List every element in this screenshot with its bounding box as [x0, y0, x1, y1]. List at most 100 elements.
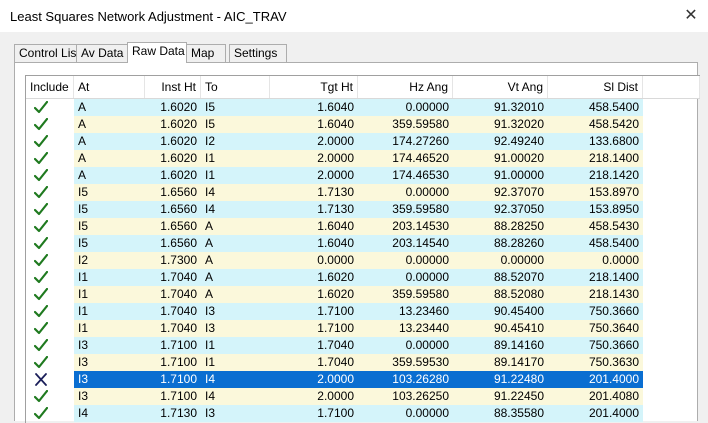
cell-vt-ang[interactable]: 91.00020 [453, 150, 548, 167]
cell-sl-dist[interactable]: 458.5420 [548, 116, 643, 133]
cell-to[interactable]: I4 [201, 388, 270, 405]
header-include[interactable]: Include [26, 76, 74, 98]
cell-to[interactable]: A [201, 269, 270, 286]
check-icon[interactable] [26, 286, 74, 303]
cell-to[interactable]: I2 [201, 133, 270, 150]
cell-at[interactable]: A [74, 150, 145, 167]
header-inst-ht[interactable]: Inst Ht [145, 76, 201, 98]
table-row[interactable]: A 1.6020 I1 2.0000 174.46520 91.00020 218.1400 [26, 150, 700, 167]
table-row[interactable]: I2 1.7300 A 0.0000 0.00000 0.00000 0.0000 [26, 252, 700, 269]
check-icon[interactable] [26, 269, 74, 286]
cell-at[interactable]: I1 [74, 286, 145, 303]
check-icon[interactable] [26, 405, 74, 422]
cell-hz-ang[interactable]: 203.14540 [358, 235, 453, 252]
check-icon[interactable] [26, 218, 74, 235]
cell-vt-ang[interactable]: 91.22480 [453, 371, 548, 388]
cell-sl-dist[interactable]: 750.3630 [548, 354, 643, 371]
cell-hz-ang[interactable]: 359.59580 [358, 286, 453, 303]
cell-tgt-ht[interactable]: 1.7130 [270, 184, 358, 201]
check-icon[interactable] [26, 184, 74, 201]
cell-tgt-ht[interactable]: 2.0000 [270, 133, 358, 150]
cell-sl-dist[interactable]: 218.1420 [548, 167, 643, 184]
cell-to[interactable]: A [201, 286, 270, 303]
cell-hz-ang[interactable]: 359.59580 [358, 116, 453, 133]
table-row[interactable]: I1 1.7040 A 1.6020 359.59580 88.52080 218.1430 [26, 286, 700, 303]
check-icon[interactable] [26, 235, 74, 252]
header-at[interactable]: At [74, 76, 145, 98]
table-row[interactable]: A 1.6020 I5 1.6040 359.59580 91.32020 458.5420 [26, 116, 700, 133]
cell-sl-dist[interactable]: 0.0000 [548, 252, 643, 269]
table-row[interactable]: I5 1.6560 A 1.6040 203.14530 88.28250 458.5430 [26, 218, 700, 235]
cell-hz-ang[interactable]: 359.59530 [358, 354, 453, 371]
cell-vt-ang[interactable]: 92.37050 [453, 201, 548, 218]
cell-vt-ang[interactable]: 89.14160 [453, 337, 548, 354]
cell-at[interactable]: I5 [74, 201, 145, 218]
cell-hz-ang[interactable]: 103.26280 [358, 371, 453, 388]
cell-at[interactable]: I5 [74, 235, 145, 252]
cell-inst-ht[interactable]: 1.6020 [145, 167, 201, 184]
cell-sl-dist[interactable]: 458.5400 [548, 99, 643, 116]
cell-at[interactable]: I1 [74, 303, 145, 320]
cell-tgt-ht[interactable]: 2.0000 [270, 167, 358, 184]
cell-sl-dist[interactable]: 750.3640 [548, 320, 643, 337]
cell-hz-ang[interactable]: 0.00000 [358, 269, 453, 286]
cell-vt-ang[interactable]: 89.14170 [453, 354, 548, 371]
cell-hz-ang[interactable]: 203.14530 [358, 218, 453, 235]
table-row[interactable]: I5 1.6560 I4 1.7130 359.59580 92.37050 153.895… [26, 201, 700, 218]
cell-sl-dist[interactable]: 201.4080 [548, 388, 643, 405]
cell-inst-ht[interactable]: 1.6560 [145, 218, 201, 235]
cell-vt-ang[interactable]: 90.45400 [453, 303, 548, 320]
table-row[interactable]: I3 1.7100 I4 2.0000 103.26250 91.22450 201.408… [26, 388, 700, 405]
cell-vt-ang[interactable]: 88.52070 [453, 269, 548, 286]
header-hz-ang[interactable]: Hz Ang [358, 76, 453, 98]
check-icon[interactable] [26, 354, 74, 371]
cell-to[interactable]: I1 [201, 150, 270, 167]
cell-tgt-ht[interactable]: 2.0000 [270, 150, 358, 167]
cell-at[interactable]: A [74, 167, 145, 184]
cell-at[interactable]: I3 [74, 371, 145, 388]
cell-tgt-ht[interactable]: 1.6020 [270, 286, 358, 303]
cell-at[interactable]: I5 [74, 184, 145, 201]
cell-to[interactable]: I1 [201, 167, 270, 184]
cell-at[interactable]: A [74, 133, 145, 150]
cell-at[interactable]: A [74, 99, 145, 116]
cell-hz-ang[interactable]: 0.00000 [358, 405, 453, 422]
cell-tgt-ht[interactable]: 2.0000 [270, 388, 358, 405]
cell-hz-ang[interactable]: 359.59580 [358, 201, 453, 218]
cell-tgt-ht[interactable]: 1.7100 [270, 405, 358, 422]
cell-sl-dist[interactable]: 750.3660 [548, 303, 643, 320]
cell-inst-ht[interactable]: 1.7300 [145, 252, 201, 269]
cell-sl-dist[interactable]: 458.5430 [548, 218, 643, 235]
cell-vt-ang[interactable]: 88.52080 [453, 286, 548, 303]
cell-to[interactable]: I3 [201, 320, 270, 337]
close-icon[interactable]: ✕ [680, 5, 702, 27]
cell-vt-ang[interactable]: 88.35580 [453, 405, 548, 422]
cell-inst-ht[interactable]: 1.6560 [145, 184, 201, 201]
table-row[interactable]: I1 1.7040 I3 1.7100 13.23460 90.45400 750.3660 [26, 303, 700, 320]
cross-icon[interactable] [26, 371, 74, 388]
table-row[interactable]: I4 1.7130 I3 1.7100 0.00000 88.35580 201.4000 [26, 405, 700, 422]
cell-hz-ang[interactable]: 0.00000 [358, 184, 453, 201]
cell-to[interactable]: I1 [201, 337, 270, 354]
cell-to[interactable]: I1 [201, 354, 270, 371]
header-tgt-ht[interactable]: Tgt Ht [270, 76, 358, 98]
cell-hz-ang[interactable]: 0.00000 [358, 99, 453, 116]
cell-to[interactable]: I4 [201, 201, 270, 218]
cell-tgt-ht[interactable]: 0.0000 [270, 252, 358, 269]
cell-vt-ang[interactable]: 88.28260 [453, 235, 548, 252]
cell-sl-dist[interactable]: 458.5400 [548, 235, 643, 252]
cell-vt-ang[interactable]: 0.00000 [453, 252, 548, 269]
cell-sl-dist[interactable]: 218.1400 [548, 150, 643, 167]
table-row[interactable]: I1 1.7040 A 1.6020 0.00000 88.52070 218.1400 [26, 269, 700, 286]
cell-sl-dist[interactable]: 218.1430 [548, 286, 643, 303]
check-icon[interactable] [26, 201, 74, 218]
cell-at[interactable]: I3 [74, 337, 145, 354]
cell-sl-dist[interactable]: 201.4000 [548, 371, 643, 388]
table-row[interactable]: A 1.6020 I2 2.0000 174.27260 92.49240 133.6800 [26, 133, 700, 150]
tab-control-list[interactable]: Control List [14, 44, 80, 62]
cell-sl-dist[interactable]: 153.8950 [548, 201, 643, 218]
cell-hz-ang[interactable]: 13.23460 [358, 303, 453, 320]
cell-at[interactable]: A [74, 116, 145, 133]
table-row[interactable]: A 1.6020 I1 2.0000 174.46530 91.00000 218.1420 [26, 167, 700, 184]
cell-inst-ht[interactable]: 1.7130 [145, 405, 201, 422]
